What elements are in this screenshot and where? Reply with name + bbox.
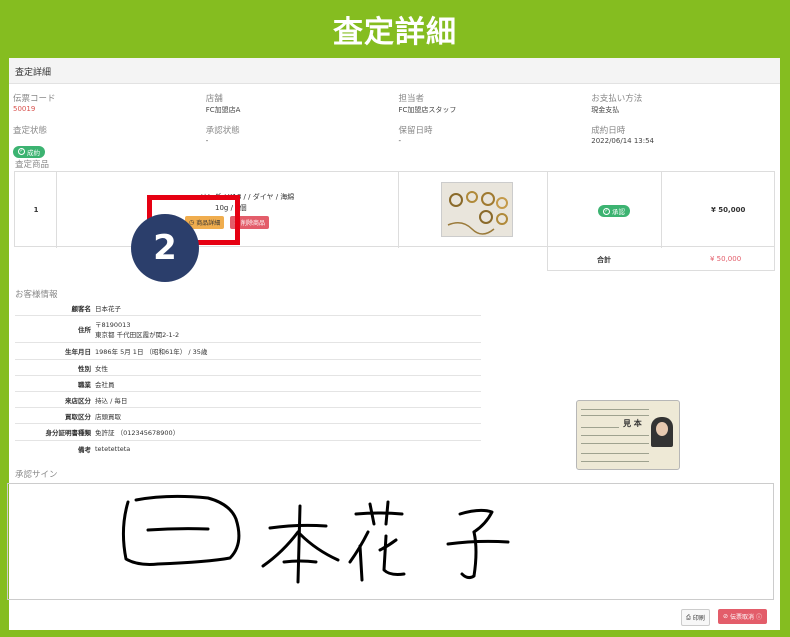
- table-row: 買取区分 店頭買取: [15, 408, 481, 424]
- info-row-1: 伝票コード 50019 店舗 FC加盟店A 担当者 FC加盟店スタッフ お支払い…: [9, 92, 780, 115]
- goods-section-label: 査定商品: [15, 160, 50, 170]
- callout-number: 2: [131, 214, 199, 282]
- goods-price: ¥ 50,000: [711, 206, 746, 214]
- info-payment: お支払い方法 現金支払: [591, 94, 643, 114]
- info-hold-date: 保留日時 -: [398, 126, 433, 145]
- banner-title: 査定詳細: [333, 15, 457, 50]
- customer-section-label: お客様情報: [15, 290, 58, 300]
- banner: 査定詳細: [0, 0, 790, 58]
- goods-index: 1: [33, 206, 39, 214]
- info-staff: 担当者 FC加盟店スタッフ: [398, 94, 457, 114]
- info-approval-status: 承認状態 -: [205, 126, 240, 145]
- table-row: 職業 会社員: [15, 376, 481, 392]
- id-card-name: 見 本: [623, 419, 642, 428]
- portrait-icon: [651, 417, 673, 447]
- total-value: ¥ 50,000: [710, 255, 742, 263]
- approve-badge: ✓ 承認: [598, 205, 630, 217]
- table-row: 性別 女性: [15, 360, 481, 376]
- status-badge: ✓ 成約: [13, 145, 45, 158]
- customer-table: 顧客名 日本花子 住所 〒8190013 東京都 千代田区霞が関2-1-2 生年…: [15, 301, 481, 457]
- info-assess-status: 査定状態 ✓ 成約: [13, 126, 48, 158]
- table-row: 生年月日 1986年 5月 1日 （昭和61年） / 35歳: [15, 343, 481, 360]
- info-slip-code: 伝票コード 50019: [9, 92, 202, 115]
- table-row: 来店区分 持込 / 毎日: [15, 392, 481, 408]
- signature-pad[interactable]: [7, 483, 774, 600]
- check-circle-icon: ✓: [18, 148, 25, 155]
- total-label: 合計: [597, 256, 611, 264]
- table-row: 顧客名 日本花子: [15, 301, 481, 316]
- help-circle-icon: ⓘ: [756, 614, 763, 621]
- slip-code-link[interactable]: 50019: [13, 105, 202, 113]
- info-row-2: 査定状態 ✓ 成約 承認状態 - 保留日時 - 成約日時 2022/06/14 …: [9, 124, 780, 158]
- table-row: 住所 〒8190013 東京都 千代田区霞が関2-1-2: [15, 316, 481, 343]
- check-circle-icon: ✓: [603, 207, 610, 215]
- table-row: 身分証明書種類 免許証 （012345678900）: [15, 424, 481, 441]
- product-photo[interactable]: [441, 182, 513, 237]
- info-store: 店舗 FC加盟店A: [205, 94, 241, 114]
- table-row: 1 リング / K18 / / ダイヤ / 海綿 10g / 1個 ◷ 商品詳細…: [14, 171, 775, 248]
- info-contract-date: 成約日時 2022/06/14 13:54: [591, 126, 654, 145]
- goods-table: 1 リング / K18 / / ダイヤ / 海綿 10g / 1個 ◷ 商品詳細…: [14, 171, 775, 271]
- signature-drawing: [121, 494, 510, 584]
- table-row: 備考 tetetetteta: [78, 445, 131, 454]
- cancel-slip-button[interactable]: ⊘ 伝票取消 ⓘ: [718, 609, 768, 624]
- print-button[interactable]: ⎙ 印刷: [681, 609, 710, 626]
- panel-header: 査定詳細: [9, 58, 780, 84]
- printer-icon: ⎙: [686, 613, 691, 621]
- id-card-image[interactable]: 見 本: [576, 400, 680, 470]
- ban-icon: ⊘: [723, 613, 729, 620]
- jewelry-image-icon: [447, 191, 508, 235]
- sign-section-label: 承認サイン: [15, 470, 58, 480]
